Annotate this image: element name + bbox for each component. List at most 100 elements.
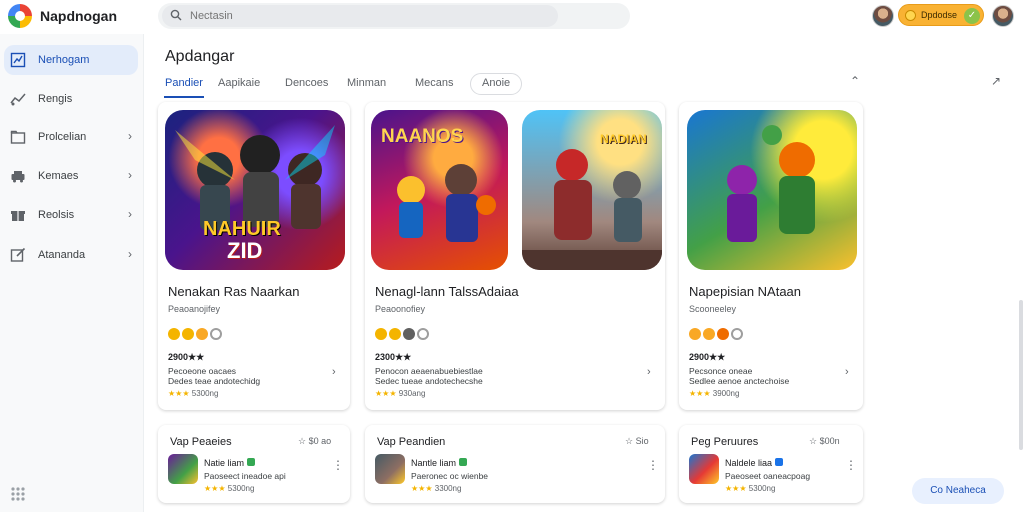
card-downloads: 2900★★ <box>168 352 205 362</box>
rating-dot <box>731 327 743 340</box>
game-card[interactable]: NAHUIR ZID Nenakan Ras Naarkan Peaoanoji… <box>158 102 350 410</box>
tab-5[interactable]: Anoie <box>482 77 510 89</box>
more-options-icon[interactable]: ⋮ <box>647 458 659 472</box>
card-meta-line: Pecsonce oneae <box>689 366 753 376</box>
arrow-right-icon[interactable]: ↗ <box>991 74 1001 88</box>
mini-card-rating: ★★★ 5300ng <box>204 484 255 493</box>
account-avatar[interactable] <box>872 5 894 27</box>
app-logo-icon[interactable] <box>8 4 32 28</box>
mini-card[interactable]: Peg Peruures ☆ $00n Naldele liaa Paeosee… <box>679 425 863 503</box>
more-options-icon[interactable]: ⋮ <box>845 458 857 472</box>
mini-card-title: Vap Peaeies <box>170 436 232 448</box>
mini-card-name: Naldele liaa <box>725 458 784 468</box>
sidebar: Nerhogam Rengis Prolcelian › Kemaes › Re… <box>0 34 144 512</box>
card-title[interactable]: Napepisian NAtaan <box>689 284 801 299</box>
mini-card-desc: Paoseect ineadoe api <box>204 471 286 481</box>
game-card[interactable]: NAANOS NADIAN Nenagl-lann TalssAdaiaa Pe… <box>365 102 665 410</box>
card-rating: ★★★ 5300ng <box>168 389 219 398</box>
cta-label: Co Neaheca <box>930 485 986 496</box>
star-icon: ★★★ <box>411 484 433 493</box>
mini-card-price: ☆ $00n <box>809 436 840 446</box>
points-button[interactable]: Dpdodse ✓ <box>898 4 984 26</box>
chevron-right-icon[interactable]: › <box>647 366 651 378</box>
card-title[interactable]: Nenakan Ras Naarkan <box>168 284 300 299</box>
sidebar-item-0[interactable]: Nerhogam <box>4 45 138 75</box>
search-bar[interactable] <box>158 3 630 29</box>
check-icon: ✓ <box>964 8 980 24</box>
app-thumbnail <box>375 454 405 484</box>
rating-dot <box>417 327 429 340</box>
points-label: Dpdodse <box>921 10 958 20</box>
game-card[interactable]: Napepisian NAtaan Scooneeley 2900★★ Pecs… <box>679 102 863 410</box>
rating-dot <box>196 327 208 340</box>
chevron-right-icon[interactable]: › <box>845 366 849 378</box>
card-meta-line: Pecoeone oacaes <box>168 366 237 376</box>
mini-card-rating: ★★★ 3300ng <box>411 484 462 493</box>
verified-icon <box>775 458 784 466</box>
verified-icon <box>459 458 468 466</box>
sidebar-item-2[interactable]: Prolcelian › <box>4 122 138 152</box>
collapse-icon[interactable]: ⌃ <box>850 74 860 88</box>
rating-dot <box>389 327 401 340</box>
sidebar-item-3[interactable]: Kemaes › <box>4 161 138 191</box>
car-icon <box>11 171 25 183</box>
folder-icon <box>10 130 26 144</box>
search-input[interactable] <box>190 7 490 25</box>
rating-dot <box>403 327 415 340</box>
profile-avatar[interactable] <box>992 5 1014 27</box>
tab-0[interactable]: Pandier <box>165 77 203 89</box>
card-downloads: 2300★★ <box>375 352 412 362</box>
sidebar-item-label: Prolcelian <box>38 131 87 143</box>
mini-card[interactable]: Vap Peandien ☆ Sio Nantle liam Paeronec … <box>365 425 665 503</box>
coin-icon <box>905 10 916 21</box>
tab-2[interactable]: Dencoes <box>285 77 328 89</box>
rating-dot <box>689 327 701 340</box>
game-artwork: NADIAN <box>522 110 662 270</box>
sidebar-item-4[interactable]: Reolsis › <box>4 200 138 230</box>
mini-card-name: Natie liam <box>204 458 256 468</box>
card-subtitle: Peaoonofiey <box>375 304 426 314</box>
card-meta-line: Dedes teae andotechidg <box>168 376 261 386</box>
mini-card-title: Vap Peandien <box>377 436 446 448</box>
sidebar-item-5[interactable]: Atananda › <box>4 240 138 270</box>
sidebar-item-label: Nerhogam <box>38 54 90 66</box>
edit-icon <box>10 247 26 262</box>
rating-dot <box>703 327 715 340</box>
trend-icon <box>10 93 26 106</box>
card-rating: ★★★ 3900ng <box>689 389 740 398</box>
verified-icon <box>247 458 256 466</box>
chevron-right-icon: › <box>128 168 132 182</box>
app-title: Napdnogan <box>40 8 117 24</box>
app-thumbnail <box>168 454 198 484</box>
mini-card[interactable]: Vap Peaeies ☆ $0 ao Natie liam Paoseect … <box>158 425 350 503</box>
sidebar-item-label: Kemaes <box>38 170 79 182</box>
chevron-right-icon: › <box>128 207 132 221</box>
tab-3[interactable]: Minman <box>347 77 386 89</box>
star-icon: ★★★ <box>204 484 226 493</box>
mini-card-price: ☆ $0 ao <box>298 436 332 446</box>
mini-card-title: Peg Peruures <box>691 436 759 448</box>
game-artwork: NAHUIR ZID <box>165 110 345 270</box>
card-meta-line: Sedec tueae andotechecshe <box>375 376 483 386</box>
apps-grid-icon[interactable] <box>10 486 26 502</box>
rating-dot <box>182 327 194 340</box>
tab-4[interactable]: Mecans <box>415 77 454 89</box>
card-subtitle: Peaoanojifey <box>168 304 221 314</box>
sidebar-item-label: Reolsis <box>38 209 75 221</box>
cta-button[interactable]: Co Neaheca <box>912 478 1004 504</box>
chevron-right-icon: › <box>128 129 132 143</box>
card-rating: ★★★ 930ang <box>375 389 426 398</box>
rating-dot <box>717 327 729 340</box>
tab-1[interactable]: Aapikaie <box>218 77 260 89</box>
more-options-icon[interactable]: ⋮ <box>332 458 344 472</box>
sidebar-item-label: Atananda <box>38 249 86 261</box>
sidebar-item-1[interactable]: Rengis <box>4 84 138 114</box>
card-meta-line: Sedlee aenoe anctechoise <box>689 376 790 386</box>
sidebar-item-label: Rengis <box>38 93 73 105</box>
mini-card-price: ☆ Sio <box>625 436 649 446</box>
card-title[interactable]: Nenagl-lann TalssAdaiaa <box>375 284 519 299</box>
mini-card-desc: Paeronec oc wienbe <box>411 471 489 481</box>
section-title: Apdangar <box>165 48 235 65</box>
chevron-right-icon[interactable]: › <box>332 366 336 378</box>
scrollbar[interactable] <box>1019 300 1023 450</box>
